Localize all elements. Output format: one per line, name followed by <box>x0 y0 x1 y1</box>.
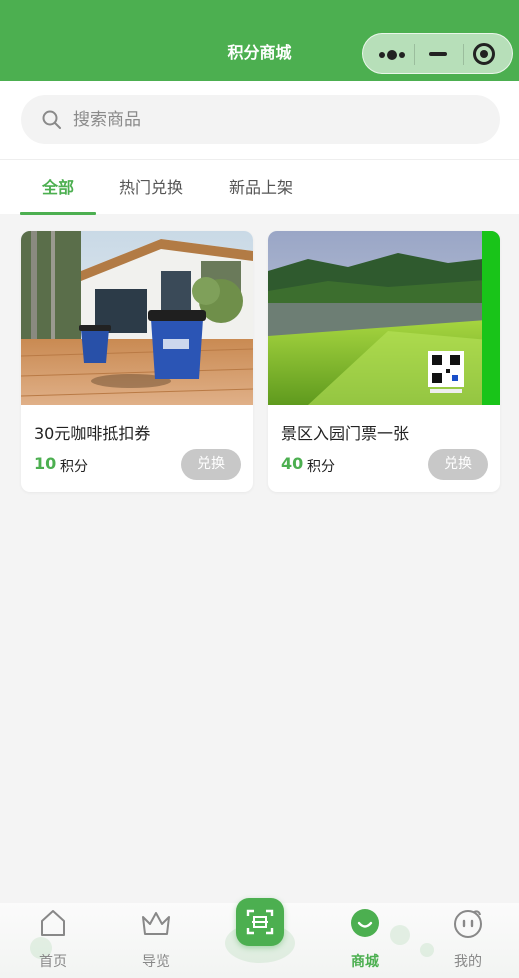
product-image[interactable] <box>268 231 500 405</box>
close-icon[interactable] <box>473 43 495 65</box>
tab-all[interactable]: 全部 <box>20 160 96 215</box>
tab-guide[interactable]: 导览 <box>116 903 196 978</box>
mini-program-capsule <box>362 33 513 74</box>
nav-bar: 积分商城 <box>0 0 519 81</box>
minimize-icon[interactable] <box>429 52 447 56</box>
more-icon[interactable] <box>379 50 405 60</box>
product-card[interactable]: 景区入园门票一张 40 积分 兑换 <box>268 231 500 492</box>
category-tabs: 全部 热门兑换 新品上架 <box>0 159 519 215</box>
points-unit: 积分 <box>60 459 88 475</box>
tab-new[interactable]: 新品上架 <box>218 160 304 215</box>
capsule-divider <box>463 44 464 65</box>
smile-icon <box>351 909 379 937</box>
tab-label: 我的 <box>454 954 482 970</box>
tab-label: 导览 <box>142 954 170 970</box>
redeem-button[interactable]: 兑换 <box>428 449 488 480</box>
tab-label: 首页 <box>39 954 67 970</box>
product-card[interactable]: 30元咖啡抵扣券 10 积分 兑换 <box>21 231 253 492</box>
scan-icon <box>246 909 274 935</box>
home-icon <box>41 910 65 936</box>
tab-label: 商城 <box>351 954 379 970</box>
search-icon <box>42 110 61 129</box>
tab-mall[interactable]: 商城 <box>325 903 405 978</box>
search-bar <box>0 81 519 159</box>
search-box[interactable] <box>21 95 500 144</box>
tab-home[interactable]: 首页 <box>13 903 93 978</box>
tab-active-indicator <box>20 212 96 215</box>
points-unit: 积分 <box>307 459 335 475</box>
product-image[interactable] <box>21 231 253 405</box>
product-points: 40 <box>281 454 304 473</box>
search-input[interactable] <box>73 95 473 144</box>
product-title: 30元咖啡抵扣券 <box>34 424 151 443</box>
capsule-divider <box>414 44 415 65</box>
scan-button[interactable] <box>236 898 284 946</box>
product-title: 景区入园门票一张 <box>281 424 410 443</box>
face-icon <box>454 910 482 938</box>
product-points: 10 <box>34 454 57 473</box>
crown-icon <box>142 912 170 935</box>
tab-hot[interactable]: 热门兑换 <box>108 160 194 215</box>
redeem-button[interactable]: 兑换 <box>181 449 241 480</box>
tab-mine[interactable]: 我的 <box>428 903 508 978</box>
tab-bar: 首页 导览 商城 我的 <box>0 898 519 978</box>
